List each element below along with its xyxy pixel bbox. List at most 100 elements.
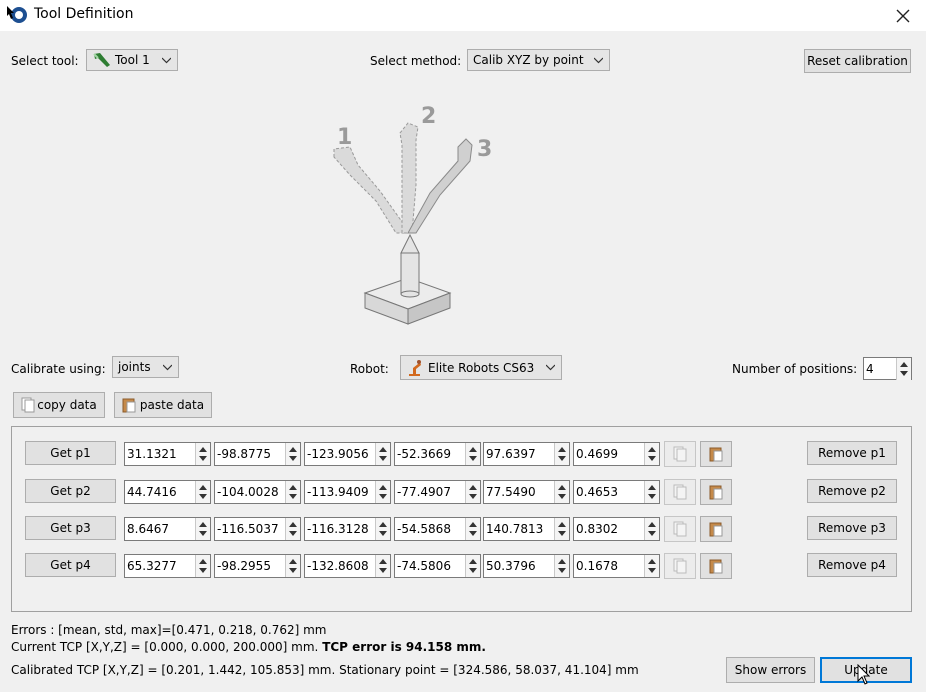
spin-down-icon[interactable] <box>469 494 477 500</box>
joint-value-field[interactable]: -74.5806 <box>394 554 481 578</box>
joint-value-field[interactable]: 50.3796 <box>483 554 570 578</box>
spinner-arrows[interactable] <box>195 518 210 540</box>
number-of-positions-spinner[interactable]: 4 <box>863 357 912 380</box>
spin-up-icon[interactable] <box>289 484 297 490</box>
get-p1-button[interactable]: Get p1 <box>25 441 116 465</box>
spin-up-icon[interactable] <box>379 521 387 527</box>
spin-up-icon[interactable] <box>289 521 297 527</box>
remove-p4-button[interactable]: Remove p4 <box>807 553 897 577</box>
spin-down-icon[interactable] <box>648 456 656 462</box>
method-select[interactable]: Calib XYZ by point <box>467 49 610 71</box>
spinner-arrows[interactable] <box>465 481 480 503</box>
spin-down-icon[interactable] <box>900 371 908 377</box>
tool-select[interactable]: Tool 1 <box>86 49 178 71</box>
copy-data-button[interactable]: copy data <box>13 392 105 418</box>
spin-down-icon[interactable] <box>379 456 387 462</box>
spin-up-icon[interactable] <box>648 521 656 527</box>
spinner-arrows[interactable] <box>285 481 300 503</box>
joint-value-field[interactable]: -77.4907 <box>394 480 481 504</box>
spin-down-icon[interactable] <box>558 494 566 500</box>
get-p2-button[interactable]: Get p2 <box>25 479 116 503</box>
spinner-arrows[interactable] <box>195 481 210 503</box>
close-button[interactable] <box>880 0 926 31</box>
joint-value-field[interactable]: 0.8302 <box>573 517 660 541</box>
spin-down-icon[interactable] <box>199 494 207 500</box>
paste-row-button[interactable] <box>700 553 732 579</box>
spinner-arrows[interactable] <box>554 518 569 540</box>
spin-down-icon[interactable] <box>558 531 566 537</box>
joint-value-field[interactable]: -52.3669 <box>394 442 481 466</box>
joint-value-field[interactable]: 8.6467 <box>124 517 211 541</box>
spin-down-icon[interactable] <box>199 456 207 462</box>
spinner-arrows[interactable] <box>375 481 390 503</box>
spinner-arrows[interactable] <box>375 443 390 465</box>
paste-data-button[interactable]: paste data <box>114 392 212 418</box>
spin-up-icon[interactable] <box>199 521 207 527</box>
spin-up-icon[interactable] <box>379 558 387 564</box>
spin-up-icon[interactable] <box>469 446 477 452</box>
joint-value-field[interactable]: 0.1678 <box>573 554 660 578</box>
spin-down-icon[interactable] <box>648 494 656 500</box>
spin-up-icon[interactable] <box>558 484 566 490</box>
joint-value-field[interactable]: -123.9056 <box>304 442 391 466</box>
joint-value-field[interactable]: -54.5868 <box>394 517 481 541</box>
joint-value-field[interactable]: -132.8608 <box>304 554 391 578</box>
joint-value-field[interactable]: 31.1321 <box>124 442 211 466</box>
spin-down-icon[interactable] <box>558 568 566 574</box>
spin-down-icon[interactable] <box>289 531 297 537</box>
spinner-arrows[interactable] <box>375 555 390 577</box>
copy-row-button[interactable] <box>664 553 696 579</box>
spin-up-icon[interactable] <box>558 521 566 527</box>
spinner-arrows[interactable] <box>644 555 659 577</box>
joint-value-field[interactable]: 65.3277 <box>124 554 211 578</box>
joint-value-field[interactable]: 44.7416 <box>124 480 211 504</box>
joint-value-field[interactable]: -116.5037 <box>214 517 301 541</box>
paste-row-button[interactable] <box>700 479 732 505</box>
spinner-arrows[interactable] <box>465 518 480 540</box>
spin-up-icon[interactable] <box>558 446 566 452</box>
spinner-arrows[interactable] <box>554 555 569 577</box>
spinner-arrows[interactable] <box>285 518 300 540</box>
remove-p2-button[interactable]: Remove p2 <box>807 479 897 503</box>
joint-value-field[interactable]: 77.5490 <box>483 480 570 504</box>
spinner-arrows[interactable] <box>285 443 300 465</box>
spinner-arrows[interactable] <box>465 443 480 465</box>
spinner-arrows[interactable] <box>644 518 659 540</box>
joint-value-field[interactable]: -104.0028 <box>214 480 301 504</box>
spin-up-icon[interactable] <box>289 446 297 452</box>
spinner-arrows[interactable] <box>375 518 390 540</box>
spin-down-icon[interactable] <box>648 531 656 537</box>
spin-down-icon[interactable] <box>199 531 207 537</box>
spin-up-icon[interactable] <box>379 484 387 490</box>
spin-down-icon[interactable] <box>289 456 297 462</box>
joint-value-field[interactable]: -116.3128 <box>304 517 391 541</box>
spin-up-icon[interactable] <box>648 484 656 490</box>
joint-value-field[interactable]: -98.2955 <box>214 554 301 578</box>
spinner-arrows[interactable] <box>554 443 569 465</box>
joint-value-field[interactable]: -98.8775 <box>214 442 301 466</box>
spinner-arrows[interactable] <box>195 555 210 577</box>
copy-row-button[interactable] <box>664 516 696 542</box>
spin-up-icon[interactable] <box>469 484 477 490</box>
robot-select[interactable]: Elite Robots CS63 <box>400 355 562 380</box>
reset-calibration-button[interactable]: Reset calibration <box>804 49 911 73</box>
spinner-arrows[interactable] <box>554 481 569 503</box>
paste-row-button[interactable] <box>700 441 732 467</box>
spinner-arrows[interactable] <box>896 358 911 380</box>
spin-down-icon[interactable] <box>289 568 297 574</box>
spinner-arrows[interactable] <box>195 443 210 465</box>
spin-down-icon[interactable] <box>379 568 387 574</box>
get-p3-button[interactable]: Get p3 <box>25 516 116 540</box>
spinner-arrows[interactable] <box>285 555 300 577</box>
get-p4-button[interactable]: Get p4 <box>25 553 116 577</box>
copy-row-button[interactable] <box>664 441 696 467</box>
spin-up-icon[interactable] <box>199 558 207 564</box>
spin-down-icon[interactable] <box>469 568 477 574</box>
joint-value-field[interactable]: 97.6397 <box>483 442 570 466</box>
copy-row-button[interactable] <box>664 479 696 505</box>
spin-down-icon[interactable] <box>558 456 566 462</box>
spin-up-icon[interactable] <box>648 558 656 564</box>
spin-up-icon[interactable] <box>289 558 297 564</box>
spin-down-icon[interactable] <box>289 494 297 500</box>
joint-value-field[interactable]: -113.9409 <box>304 480 391 504</box>
